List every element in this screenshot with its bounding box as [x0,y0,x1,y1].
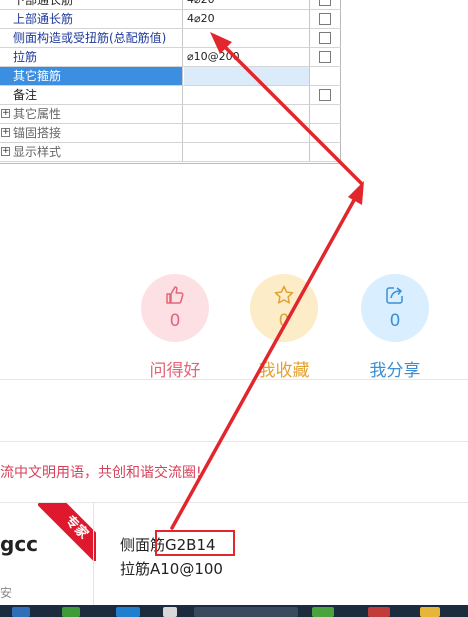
property-grid: 下部通长筋 4⌀20 上部通长筋 4⌀20 侧面构造或受扭筋(总配筋值) 拉筋 … [0,0,341,164]
grid-group-other-properties[interactable]: + 其它属性 [0,105,341,124]
grid-group-label: 显示样式 [13,145,62,159]
grid-row-checkbox[interactable] [319,32,331,44]
grid-row-value[interactable]: 4⌀20 [184,0,310,9]
favorite-count: 0 [278,311,290,331]
grid-row-tie-bar[interactable]: 拉筋 ⌀10@200 [0,48,341,67]
share-count: 0 [389,311,401,331]
taskbar-app-icon[interactable] [163,607,177,617]
taskbar [0,605,468,617]
grid-row-checkbox[interactable] [319,89,331,101]
grid-row-bottom-bar[interactable]: 下部通长筋 4⌀20 [0,0,341,10]
expert-badge: 专家 [38,503,96,561]
share-label[interactable]: 我分享 [341,356,449,381]
grid-row-name: 侧面构造或受扭筋(总配筋值) [0,29,183,47]
highlight-box [155,530,235,556]
grid-row-checkbox[interactable] [319,51,331,63]
taskbar-app-icon[interactable] [62,607,80,617]
grid-row-checkbox[interactable] [319,13,331,25]
grid-group-display-style[interactable]: + 显示样式 [0,143,341,162]
grid-row-name: 备注 [0,86,183,104]
author-name[interactable]: gcc [0,532,38,556]
expand-icon[interactable]: + [1,147,10,156]
answer-line-tie-bar: 拉筋A10@100 [120,560,223,578]
grid-group-label: 其它属性 [13,107,62,121]
star-icon [274,285,294,304]
expand-icon[interactable]: + [1,109,10,118]
grid-row-remark[interactable]: 备注 [0,86,341,105]
expand-icon[interactable]: + [1,128,10,137]
section-divider [0,379,468,380]
grid-row-value[interactable] [184,29,310,47]
like-count: 0 [169,311,181,331]
taskbar-app-active[interactable] [194,607,298,617]
grid-row-side-bar[interactable]: 侧面构造或受扭筋(总配筋值) [0,29,341,48]
like-label[interactable]: 问得好 [121,356,229,381]
answer-divider [93,503,94,607]
like-action[interactable]: 0 问得好 [141,274,209,381]
grid-row-top-bar[interactable]: 上部通长筋 4⌀20 [0,10,341,29]
favorite-button[interactable]: 0 [250,274,318,342]
taskbar-app-icon[interactable] [12,607,30,617]
taskbar-app-icon[interactable] [368,607,390,617]
section-divider [0,441,468,442]
share-icon [386,287,403,304]
taskbar-app-icon[interactable] [116,607,140,617]
grid-row-value[interactable] [184,86,310,104]
grid-row-checkbox[interactable] [319,0,331,6]
grid-row-other-stirrup[interactable]: 其它箍筋 [0,67,341,86]
thumbs-up-icon [166,286,184,304]
grid-group-label: 锚固搭接 [13,126,62,140]
grid-row-name: 拉筋 [0,48,183,66]
taskbar-app-icon[interactable] [420,607,440,617]
civility-notice: 流中文明用语，共创和谐交流圈! [0,465,202,481]
grid-row-name: 上部通长筋 [0,10,183,28]
grid-group-anchorage[interactable]: + 锚固搭接 [0,124,341,143]
favorite-label[interactable]: 我收藏 [230,356,338,381]
expert-badge-label: 专家 [38,503,96,561]
grid-row-name: 其它箍筋 [0,67,183,85]
favorite-action[interactable]: 0 我收藏 [250,274,318,381]
taskbar-app-icon[interactable] [312,607,334,617]
share-action[interactable]: 0 我分享 [361,274,429,381]
grid-row-name: 下部通长筋 [0,0,183,9]
like-button[interactable]: 0 [141,274,209,342]
grid-row-value[interactable]: 4⌀20 [184,10,310,28]
grid-row-value[interactable]: ⌀10@200 [184,48,310,66]
share-button[interactable]: 0 [361,274,429,342]
grid-row-value[interactable] [184,67,310,85]
author-meta: 安 [0,586,13,600]
